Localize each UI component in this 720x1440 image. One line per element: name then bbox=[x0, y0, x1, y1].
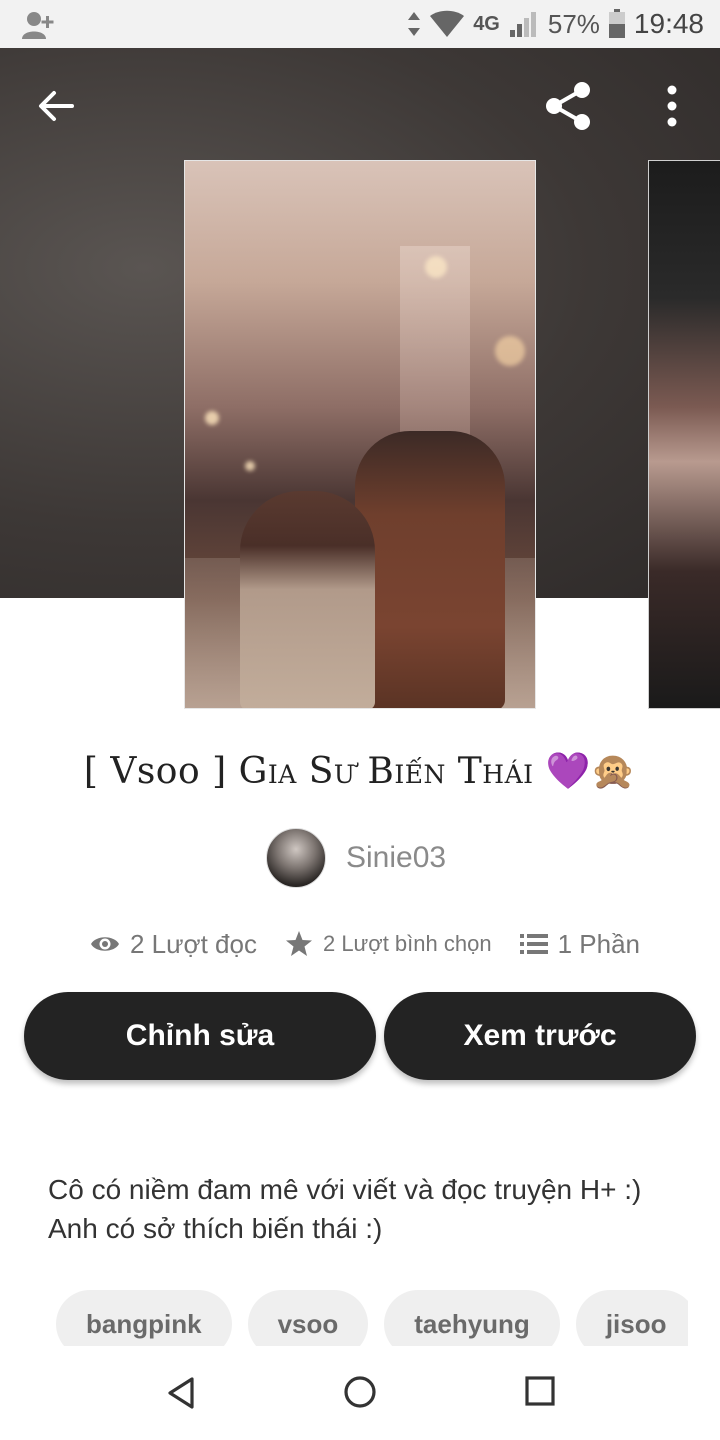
story-description: Cô có niềm đam mê với viết và đọc truyện… bbox=[48, 1170, 688, 1248]
status-bar: 4G 57% 19:48 bbox=[0, 0, 720, 48]
back-arrow-icon[interactable] bbox=[30, 80, 82, 132]
tag-list: bangpink vsoo taehyung jisoo bbox=[56, 1290, 688, 1346]
avatar[interactable] bbox=[266, 828, 326, 888]
signal-icon bbox=[509, 12, 536, 37]
list-icon bbox=[519, 934, 548, 954]
nav-back-icon[interactable] bbox=[164, 1376, 198, 1410]
story-cover-image[interactable] bbox=[184, 160, 536, 709]
tag-chip[interactable]: vsoo bbox=[247, 1290, 369, 1346]
status-indicators: 4G 57% 19:48 bbox=[407, 0, 704, 48]
parts-count: 1 Phần bbox=[557, 928, 640, 959]
battery-icon bbox=[608, 9, 625, 38]
clock: 19:48 bbox=[633, 8, 704, 39]
cover-light bbox=[495, 336, 525, 366]
tag-chip[interactable]: bangpink bbox=[56, 1290, 232, 1346]
nav-recent-icon[interactable] bbox=[525, 1376, 555, 1406]
network-type: 4G bbox=[473, 12, 500, 35]
nav-home-icon[interactable] bbox=[343, 1375, 377, 1409]
parts-stat: 1 Phần bbox=[519, 928, 640, 960]
title-prefix: [ Vsoo ] bbox=[83, 751, 239, 792]
cover-figure-man bbox=[355, 431, 505, 708]
preview-button[interactable]: Xem trước bbox=[384, 992, 696, 1080]
reads-count: 2 Lượt đọc bbox=[130, 928, 257, 959]
battery-percent: 57% bbox=[547, 8, 600, 39]
story-stats: 2 Lượt đọc 2 Lượt bình chọn 1 Phần bbox=[90, 920, 668, 968]
reads-stat: 2 Lượt đọc bbox=[90, 929, 257, 960]
data-arrows-icon bbox=[408, 12, 421, 36]
add-user-icon bbox=[22, 12, 54, 39]
author-row[interactable]: Sinie03 bbox=[266, 828, 446, 888]
cover-light bbox=[245, 461, 255, 471]
cover-figure-woman bbox=[240, 491, 375, 708]
votes-stat: 2 Lượt bình chọn bbox=[285, 930, 492, 958]
cover-light bbox=[205, 411, 219, 425]
next-cover-image[interactable] bbox=[648, 160, 720, 709]
wifi-icon bbox=[430, 10, 465, 37]
share-icon[interactable] bbox=[540, 78, 596, 134]
title-main: Gia Sư Biến Thái bbox=[238, 751, 534, 792]
author-name[interactable]: Sinie03 bbox=[346, 841, 446, 875]
tag-chip[interactable]: taehyung bbox=[384, 1290, 560, 1346]
story-title: [ Vsoo ] Gia Sư Biến Thái 💜🙊 bbox=[0, 750, 720, 792]
more-vert-icon[interactable] bbox=[650, 80, 694, 132]
system-nav-bar bbox=[0, 1346, 720, 1440]
tag-chip[interactable]: jisoo bbox=[575, 1290, 688, 1346]
title-emoji: 💜🙊 bbox=[545, 751, 637, 792]
eye-icon bbox=[91, 937, 119, 951]
description-line: Anh có sở thích biến thái :) bbox=[48, 1213, 383, 1244]
description-line: Cô có niềm đam mê với viết và đọc truyện… bbox=[48, 1174, 642, 1205]
star-icon bbox=[285, 931, 312, 956]
votes-count: 2 Lượt bình chọn bbox=[322, 931, 492, 956]
edit-button[interactable]: Chỉnh sửa bbox=[24, 992, 376, 1080]
cover-light bbox=[425, 256, 447, 278]
